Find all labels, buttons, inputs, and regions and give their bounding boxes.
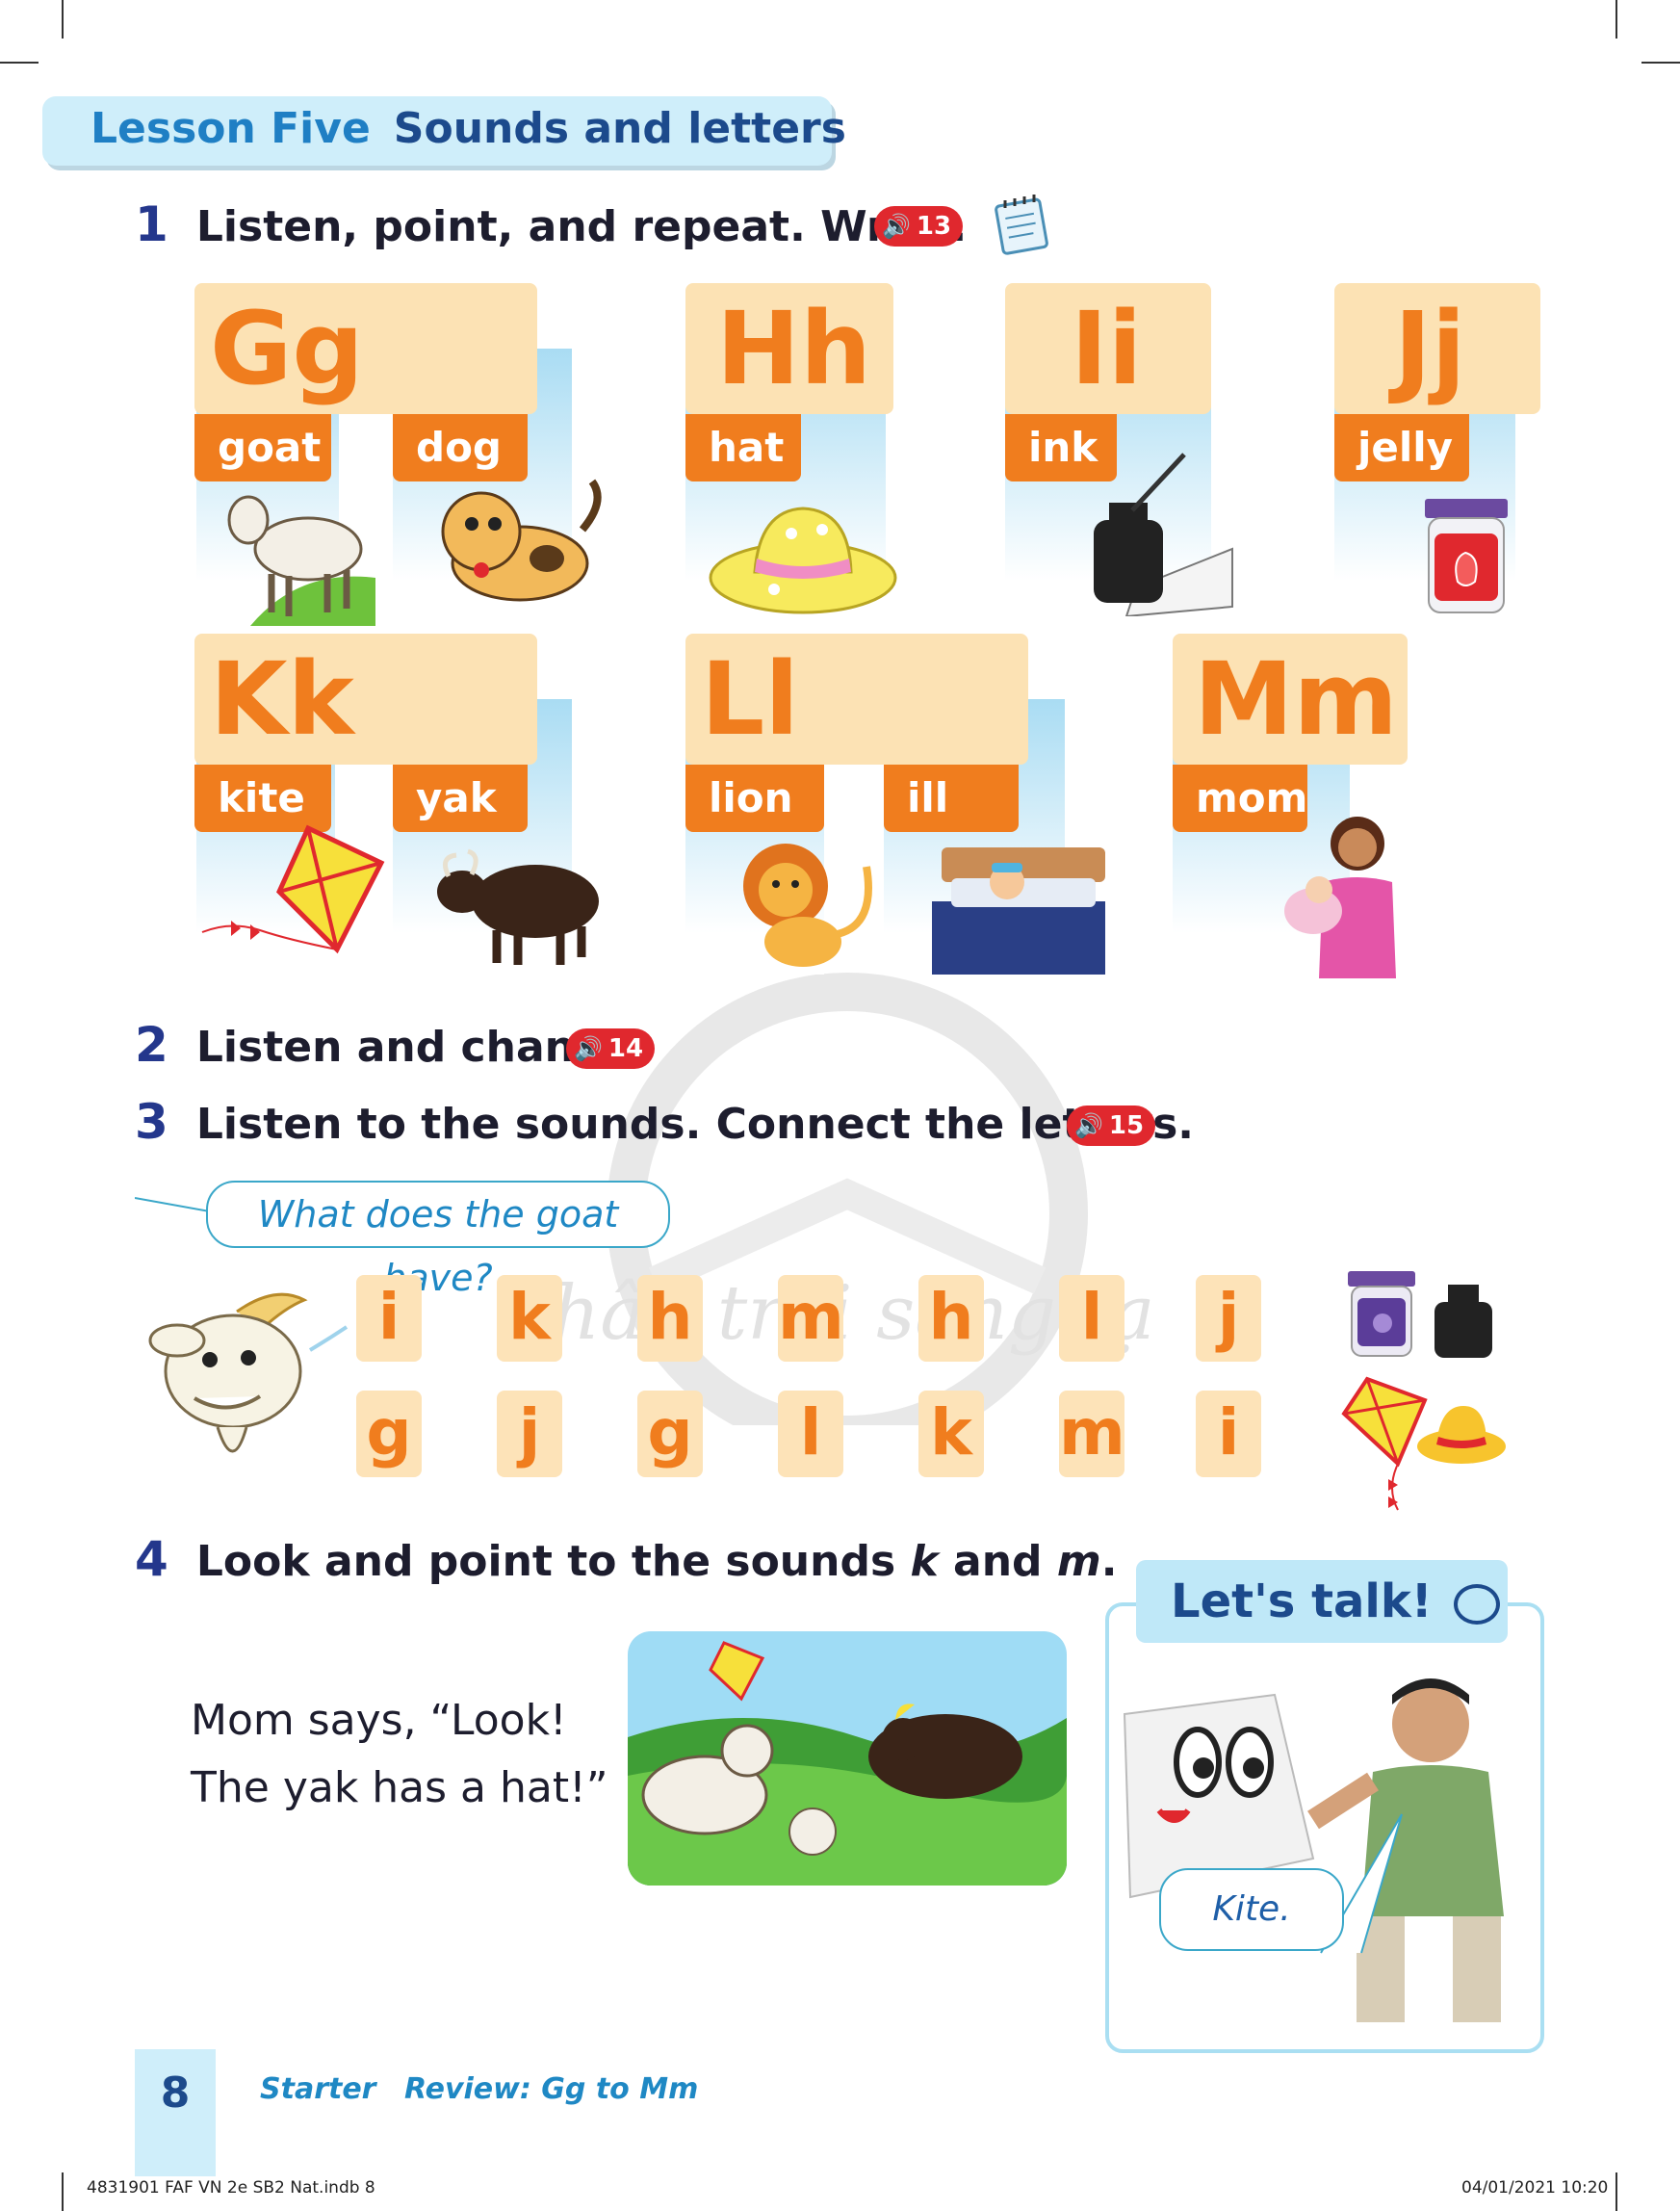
ink-bottle-icon: [1094, 453, 1233, 616]
story-text: Mom says, “Look! The yak has a hat!”: [191, 1696, 608, 1812]
sound-k: k: [910, 1537, 939, 1586]
letter-tile[interactable]: l: [1059, 1275, 1124, 1362]
speech-bubble: What does the goat have?: [206, 1181, 670, 1299]
word-yak: yak: [393, 765, 528, 832]
exercise-instruction: Listen and chant.: [195, 1023, 611, 1072]
crop-mark: [1615, 0, 1617, 39]
footer-review: Review: Gg to Mm: [404, 2072, 699, 2106]
exercise-instruction: Listen to the sounds. Connect the letter…: [195, 1100, 1194, 1149]
speaker-icon: 🔊: [574, 1035, 603, 1062]
goat-icon: [227, 495, 375, 626]
letter-tile[interactable]: j: [1196, 1275, 1261, 1362]
word-jelly: jelly: [1334, 414, 1469, 481]
letter-tile[interactable]: h: [918, 1275, 984, 1362]
ink-bottle-icon[interactable]: [1431, 1273, 1498, 1364]
instruction-part: and: [938, 1537, 1057, 1586]
audio-track-button[interactable]: 🔊 13: [874, 206, 964, 247]
word-ill: ill: [884, 765, 1019, 832]
lesson-number: Lesson Five: [90, 104, 371, 153]
letter-tile[interactable]: g: [637, 1391, 703, 1477]
print-slug-right: 04/01/2021 10:20: [1461, 2178, 1609, 2198]
lets-talk-title: Let's talk!: [1171, 1574, 1433, 1628]
yak-icon: [437, 848, 599, 965]
letter-tile[interactable]: i: [356, 1275, 422, 1362]
audio-track-number: 13: [916, 212, 952, 241]
word-lion: lion: [685, 765, 824, 832]
bed-icon: [932, 847, 1105, 975]
lets-talk-header: Let's talk!: [1136, 1560, 1508, 1643]
sound-m: m: [1056, 1537, 1101, 1586]
goat-head-icon: [148, 1292, 349, 1453]
kite-speech-bubble: Kite.: [1159, 1868, 1344, 1951]
audio-track-number: 15: [1108, 1111, 1145, 1140]
instruction-part: .: [1100, 1537, 1118, 1586]
mom-and-baby-icon: [1284, 817, 1396, 978]
word-kite: kite: [194, 765, 331, 832]
letter-tile[interactable]: m: [778, 1275, 844, 1362]
exercise-number: 1: [135, 196, 168, 252]
exercise-number: 4: [135, 1531, 168, 1587]
instruction-part: Look and point to the sounds: [195, 1537, 911, 1586]
dog-icon: [441, 479, 602, 602]
crop-mark: [0, 62, 39, 64]
crop-mark: [62, 2172, 64, 2211]
print-slug-left: 4831901 FAF VN 2e SB2 Nat.indb 8: [87, 2178, 375, 2198]
speaker-icon: 🔊: [1074, 1112, 1103, 1139]
exercise-instruction: Listen, point, and repeat. Write.: [195, 202, 968, 251]
notepad-icon: [995, 195, 1048, 255]
letter-jj: Jj: [1394, 290, 1466, 407]
speech-bubble-icon: [1454, 1584, 1501, 1625]
letter-tile[interactable]: h: [637, 1275, 703, 1362]
audio-track-number: 14: [607, 1034, 644, 1063]
audio-track-button[interactable]: 🔊 15: [1067, 1106, 1156, 1146]
exercise-number: 3: [135, 1094, 168, 1150]
crop-mark: [1615, 2172, 1617, 2211]
letter-ll: Ll: [701, 640, 799, 758]
letter-tile[interactable]: j: [497, 1391, 562, 1477]
letter-tile[interactable]: k: [918, 1391, 984, 1477]
letter-mm: Mm: [1194, 640, 1398, 758]
letter-tile[interactable]: g: [356, 1391, 422, 1477]
footer-unit: Starter: [260, 2072, 376, 2106]
exercise-3-heading: 3 Listen to the sounds. Connect the lett…: [135, 1094, 1194, 1150]
exercise-1-heading: 1 Listen, point, and repeat. Write.: [135, 196, 967, 252]
page-number: 8: [135, 2049, 216, 2176]
lion-icon: [743, 844, 872, 967]
exercise-4-heading: 4 Look and point to the sounds k and m.: [135, 1531, 1117, 1587]
letter-ii: Ii: [1071, 290, 1143, 407]
lesson-title: Lesson Five Sounds and letters: [90, 104, 846, 153]
hat-icon[interactable]: [1415, 1398, 1508, 1468]
exercise-instruction: Look and point to the sounds k and m.: [196, 1537, 1118, 1586]
letter-kk: Kk: [210, 640, 354, 758]
crop-mark: [1641, 62, 1680, 64]
story-scene-picture: [628, 1631, 1067, 1886]
hat-icon: [709, 507, 897, 614]
lesson-subtitle: Sounds and letters: [393, 104, 846, 153]
letter-tile[interactable]: m: [1059, 1391, 1125, 1477]
letter-tile[interactable]: k: [497, 1275, 562, 1362]
kite-icon: [201, 824, 385, 954]
crop-mark: [62, 0, 64, 39]
audio-track-button[interactable]: 🔊 14: [566, 1028, 656, 1069]
letter-tile[interactable]: i: [1196, 1391, 1261, 1477]
letter-gg: Gg: [210, 290, 364, 407]
word-hat: hat: [685, 414, 801, 481]
jelly-jar-icon: [1425, 499, 1508, 613]
exercise-number: 2: [135, 1017, 168, 1073]
word-goat: goat: [194, 414, 331, 481]
speaker-icon: 🔊: [882, 213, 911, 240]
letter-hh: Hh: [716, 290, 872, 407]
letter-tile[interactable]: l: [778, 1391, 843, 1477]
jelly-jar-icon[interactable]: [1344, 1269, 1421, 1360]
exercise-2-heading: 2 Listen and chant.: [135, 1017, 611, 1073]
